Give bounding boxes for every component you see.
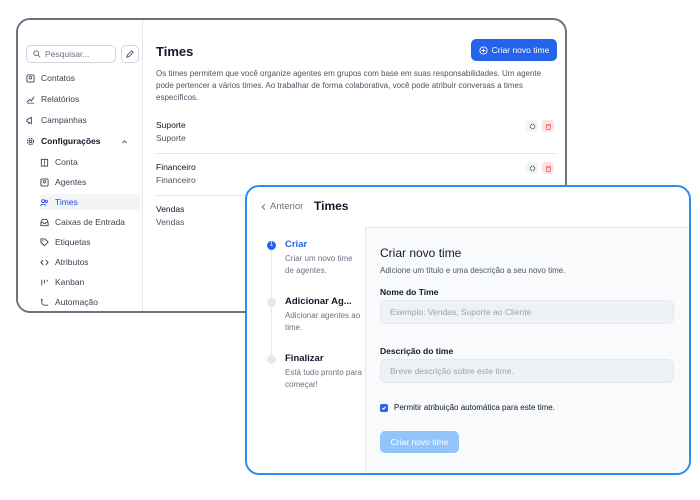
team-settings-button[interactable] — [526, 162, 538, 174]
sidebar-item-label: Automação — [55, 297, 98, 307]
auto-assign-checkbox-row[interactable]: Permitir atribuição automática para este… — [380, 403, 555, 412]
sidebar-item-agentes[interactable]: Agentes — [40, 174, 140, 190]
create-team-form: Criar novo time Adicione um título e uma… — [365, 227, 689, 473]
gear-icon — [529, 123, 535, 129]
sidebar-item-label: Campanhas — [41, 115, 87, 125]
sidebar-item-label: Relatórios — [41, 94, 80, 104]
step-indicator — [267, 355, 276, 364]
megaphone-icon — [26, 116, 32, 124]
create-team-label: Criar novo time — [491, 45, 550, 55]
search-placeholder: Pesquisar... — [45, 49, 90, 59]
back-label: Anterior — [270, 201, 304, 212]
step-description: Está tudo pronto para começar! — [285, 368, 362, 389]
sidebar-item-campanhas[interactable]: Campanhas — [26, 112, 138, 128]
code-icon — [40, 259, 49, 265]
sidebar-item-contatos[interactable]: Contatos — [26, 70, 138, 86]
agent-icon — [40, 177, 49, 187]
create-team-button[interactable]: Criar novo time — [471, 39, 557, 61]
gear-icon — [26, 137, 35, 145]
team-delete-button[interactable] — [542, 120, 554, 132]
back-link[interactable]: Anterior — [260, 201, 303, 212]
sidebar-item-atributos[interactable]: Atributos — [40, 254, 140, 270]
reports-icon — [26, 96, 35, 103]
team-description: Financeiro — [156, 175, 196, 185]
sidebar-item-label: Etiquetas — [55, 237, 91, 247]
users-icon — [40, 198, 48, 206]
trash-icon — [545, 165, 551, 172]
search-icon — [33, 50, 41, 58]
compose-button[interactable] — [121, 45, 139, 63]
step-description: Criar um novo time de agentes. — [285, 254, 353, 275]
auto-assign-checkbox[interactable] — [380, 403, 388, 412]
sidebar-item-label: Kanban — [55, 277, 85, 287]
auto-assign-label: Permitir atribuição automática para este… — [394, 403, 555, 412]
sidebar-item-caixas-de-entrada[interactable]: Caixas de Entrada — [40, 214, 140, 230]
step-indicator — [267, 298, 276, 307]
team-description-input[interactable]: Breve descrição sobre este time. — [380, 359, 674, 383]
contacts-icon — [26, 73, 35, 83]
kanban-icon — [41, 279, 48, 285]
sidebar-item-relatorios[interactable]: Relatórios — [26, 91, 138, 107]
step-indicator: 1 — [267, 241, 276, 250]
sidebar-item-label: Caixas de Entrada — [55, 217, 125, 227]
sidebar-item-conta[interactable]: Conta — [40, 154, 140, 170]
sidebar-item-label: Agentes — [55, 177, 87, 187]
team-name-placeholder: Exemplo: Vendas, Suporte ao Cliente — [390, 307, 532, 317]
team-name-input[interactable]: Exemplo: Vendas, Suporte ao Cliente — [380, 300, 674, 324]
sidebar: Pesquisar... Contatos Relatórios Campanh… — [18, 20, 143, 311]
sidebar-item-automacao[interactable]: Automação — [40, 294, 140, 310]
team-description: Vendas — [156, 217, 185, 227]
step-title: Finalizar — [285, 353, 324, 364]
submit-label: Criar novo time — [390, 437, 449, 447]
submit-create-team-button[interactable]: Criar novo time — [380, 431, 459, 453]
chevron-up-icon — [122, 139, 127, 143]
trash-icon — [545, 123, 551, 130]
automation-icon — [40, 298, 49, 306]
sidebar-item-times[interactable]: Times — [40, 194, 140, 210]
team-name: Vendas — [156, 204, 185, 214]
team-settings-button[interactable] — [526, 120, 538, 132]
team-description: Suporte — [156, 133, 186, 143]
search-input[interactable]: Pesquisar... — [26, 45, 116, 63]
create-team-window: Anterior Times 1 Criar Criar um novo tim… — [245, 185, 691, 475]
sidebar-item-label: Atributos — [55, 257, 89, 267]
page-description: Os times permitem que você organize agen… — [156, 69, 542, 102]
form-subtitle: Adicione um título e uma descrição a seu… — [380, 266, 566, 275]
sidebar-item-label: Conta — [55, 157, 78, 167]
sidebar-item-label: Configurações — [41, 136, 101, 146]
checkmark-icon — [381, 405, 387, 410]
plus-circle-icon — [479, 45, 488, 55]
team-name: Financeiro — [156, 162, 196, 172]
pencil-icon — [126, 50, 134, 58]
step-title: Criar — [285, 239, 308, 250]
sidebar-item-etiquetas[interactable]: Etiquetas — [40, 234, 140, 250]
team-row: Suporte Suporte — [156, 116, 556, 154]
sidebar-item-label: Times — [55, 197, 78, 207]
tag-icon — [40, 237, 49, 246]
team-name: Suporte — [156, 120, 186, 130]
gear-icon — [529, 165, 535, 171]
page-title: Times — [156, 44, 194, 59]
team-description-label: Descrição do time — [380, 346, 454, 356]
sidebar-item-label: Contatos — [41, 73, 76, 83]
step-description: Adicionar agentes ao time. — [285, 311, 361, 332]
team-delete-button[interactable] — [542, 162, 554, 174]
inbox-icon — [40, 218, 49, 226]
form-title: Criar novo time — [380, 246, 462, 260]
page-title: Times — [314, 199, 349, 213]
team-description-placeholder: Breve descrição sobre este time. — [390, 366, 514, 376]
building-icon — [40, 158, 49, 167]
sidebar-item-configuracoes[interactable]: Configurações — [26, 133, 138, 149]
step-title: Adicionar Ag... — [285, 296, 352, 307]
team-name-label: Nome do Time — [380, 287, 439, 297]
chevron-left-icon — [261, 203, 266, 210]
sidebar-item-kanban[interactable]: Kanban — [40, 274, 140, 290]
wizard-steps: 1 Criar Criar um novo time de agentes. A… — [247, 227, 365, 473]
